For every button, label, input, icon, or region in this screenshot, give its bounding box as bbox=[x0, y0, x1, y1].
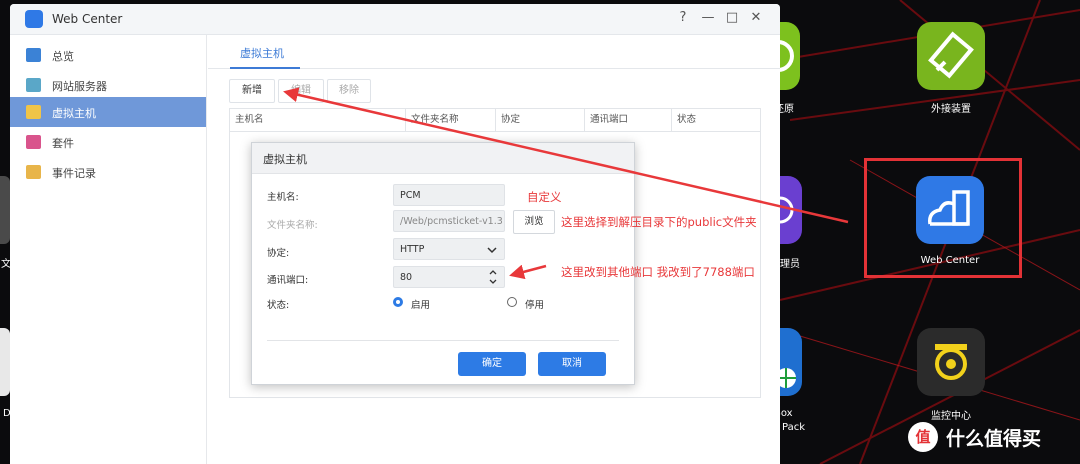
arrow-to-add-button bbox=[283, 87, 849, 224]
annotation-arrows bbox=[283, 87, 849, 280]
arrow-to-port bbox=[509, 264, 547, 280]
